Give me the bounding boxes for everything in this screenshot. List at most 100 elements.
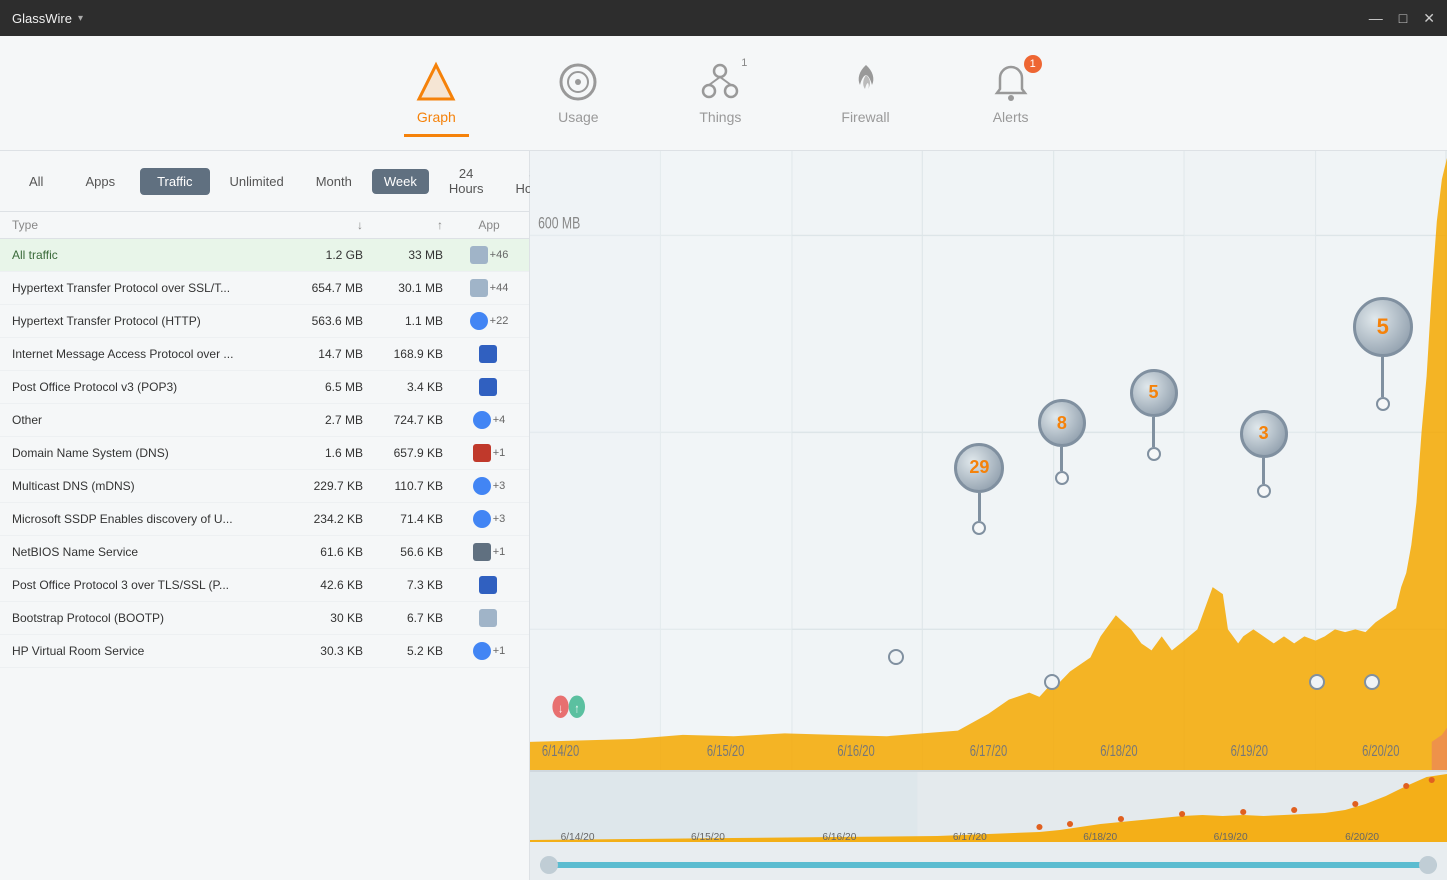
pin-dot-8 (1055, 471, 1069, 485)
navbar: Graph Usage Things 1 Firewall (0, 36, 1447, 151)
svg-text:6/19/20: 6/19/20 (1214, 832, 1248, 842)
filter-apps[interactable]: Apps (68, 168, 132, 195)
table-row[interactable]: Microsoft SSDP Enables discovery of U...… (0, 503, 529, 536)
slider-handle-left[interactable] (540, 856, 558, 874)
svg-text:6/16/20: 6/16/20 (822, 832, 856, 842)
pin-8: 8 (1038, 399, 1086, 485)
clock-dot-3 (1309, 674, 1325, 690)
svg-text:6/20/20: 6/20/20 (1345, 832, 1379, 842)
pin-circle-29[interactable]: 29 (954, 443, 1004, 493)
slider-handle-right[interactable] (1419, 856, 1437, 874)
row-up-11: 6.7 KB (369, 611, 449, 625)
nav-item-things[interactable]: Things 1 (679, 51, 761, 135)
alerts-badge: 1 (1024, 55, 1042, 73)
nav-item-firewall[interactable]: Firewall (821, 51, 909, 135)
row-down-7: 229.7 KB (289, 479, 369, 493)
pin-circle-8[interactable]: 8 (1038, 399, 1086, 447)
app-icon-11 (479, 609, 497, 627)
titlebar-left: GlassWire ▾ (12, 11, 83, 26)
titlebar-controls: — □ ✕ (1369, 10, 1435, 27)
table-row[interactable]: HP Virtual Room Service 30.3 KB 5.2 KB +… (0, 635, 529, 668)
pin-tail-5-big (1381, 357, 1384, 397)
row-app-0: +46 (449, 246, 529, 264)
svg-text:↓: ↓ (558, 702, 563, 716)
nav-item-alerts[interactable]: 1 Alerts (970, 51, 1052, 135)
row-down-0: 1.2 GB (289, 248, 369, 262)
table-row[interactable]: Multicast DNS (mDNS) 229.7 KB 110.7 KB +… (0, 470, 529, 503)
time-week[interactable]: Week (372, 169, 429, 194)
app-count-2: +22 (490, 315, 509, 327)
table-row[interactable]: Other 2.7 MB 724.7 KB +4 (0, 404, 529, 437)
table-row[interactable]: Post Office Protocol 3 over TLS/SSL (P..… (0, 569, 529, 602)
titlebar-chevron-icon[interactable]: ▾ (78, 13, 83, 24)
nav-item-usage[interactable]: Usage (537, 51, 619, 135)
graph-area: 6/14/20 6/15/20 6/16/20 6/17/20 6/18/20 … (530, 151, 1447, 770)
time-24h[interactable]: 24 Hours (437, 161, 496, 201)
row-type-6: Domain Name System (DNS) (0, 446, 289, 460)
filter-all[interactable]: All (12, 168, 60, 195)
minimap-track (540, 862, 1437, 868)
app-icon-1 (470, 279, 488, 297)
col-down-header[interactable]: ↓ (289, 218, 369, 232)
row-up-10: 7.3 KB (369, 578, 449, 592)
table-row[interactable]: Hypertext Transfer Protocol over SSL/T..… (0, 272, 529, 305)
app-icon-6 (473, 444, 491, 462)
pin-3: 3 (1240, 410, 1288, 498)
app-icon-5 (473, 411, 491, 429)
app-count-7: +3 (493, 480, 506, 492)
table-row[interactable]: Internet Message Access Protocol over ..… (0, 338, 529, 371)
time-month[interactable]: Month (304, 169, 364, 194)
app-title: GlassWire (12, 11, 72, 26)
maximize-button[interactable]: □ (1399, 10, 1407, 27)
pin-circle-5-left[interactable]: 5 (1130, 369, 1178, 417)
svg-text:↑: ↑ (575, 702, 580, 716)
minimize-button[interactable]: — (1369, 10, 1383, 27)
row-down-2: 563.6 MB (289, 314, 369, 328)
row-app-6: +1 (449, 444, 529, 462)
col-type-header: Type (0, 218, 289, 232)
row-type-8: Microsoft SSDP Enables discovery of U... (0, 512, 289, 526)
pin-tail-5-left (1152, 417, 1155, 447)
table-row[interactable]: All traffic 1.2 GB 33 MB +46 (0, 239, 529, 272)
clock-dot-4 (1364, 674, 1380, 690)
svg-text:6/15/20: 6/15/20 (691, 832, 725, 842)
svg-text:6/16/20: 6/16/20 (837, 742, 874, 759)
table-row[interactable]: Post Office Protocol v3 (POP3) 6.5 MB 3.… (0, 371, 529, 404)
titlebar: GlassWire ▾ — □ ✕ (0, 0, 1447, 36)
row-down-1: 654.7 MB (289, 281, 369, 295)
svg-text:600 MB: 600 MB (538, 215, 580, 233)
nav-item-graph[interactable]: Graph (395, 51, 477, 135)
table-body: All traffic 1.2 GB 33 MB +46 Hypertext T… (0, 239, 529, 880)
row-down-10: 42.6 KB (289, 578, 369, 592)
row-up-8: 71.4 KB (369, 512, 449, 526)
filter-traffic[interactable]: Traffic (140, 168, 209, 195)
app-icon-10 (479, 576, 497, 594)
table-row[interactable]: NetBIOS Name Service 61.6 KB 56.6 KB +1 (0, 536, 529, 569)
pin-dot-3 (1257, 484, 1271, 498)
row-type-12: HP Virtual Room Service (0, 644, 289, 658)
col-up-header[interactable]: ↑ (369, 218, 449, 232)
svg-text:6/18/20: 6/18/20 (1100, 742, 1137, 759)
right-panel: 6/14/20 6/15/20 6/16/20 6/17/20 6/18/20 … (530, 151, 1447, 880)
row-type-9: NetBIOS Name Service (0, 545, 289, 559)
table-row[interactable]: Domain Name System (DNS) 1.6 MB 657.9 KB… (0, 437, 529, 470)
row-down-5: 2.7 MB (289, 413, 369, 427)
row-up-1: 30.1 MB (369, 281, 449, 295)
row-app-11 (449, 609, 529, 627)
row-app-8: +3 (449, 510, 529, 528)
pin-circle-3[interactable]: 3 (1240, 410, 1288, 458)
row-type-2: Hypertext Transfer Protocol (HTTP) (0, 314, 289, 328)
table-row[interactable]: Bootstrap Protocol (BOOTP) 30 KB 6.7 KB (0, 602, 529, 635)
app-icon-0 (470, 246, 488, 264)
table-row[interactable]: Hypertext Transfer Protocol (HTTP) 563.6… (0, 305, 529, 338)
app-count-12: +1 (493, 645, 506, 657)
row-down-12: 30.3 KB (289, 644, 369, 658)
row-down-4: 6.5 MB (289, 380, 369, 394)
row-app-9: +1 (449, 543, 529, 561)
app-icon-8 (473, 510, 491, 528)
pin-tail-29 (978, 493, 981, 521)
close-button[interactable]: ✕ (1423, 10, 1435, 27)
pin-circle-5-big[interactable]: 5 (1353, 297, 1413, 357)
time-unlimited[interactable]: Unlimited (218, 169, 296, 194)
pin-dot-29 (972, 521, 986, 535)
